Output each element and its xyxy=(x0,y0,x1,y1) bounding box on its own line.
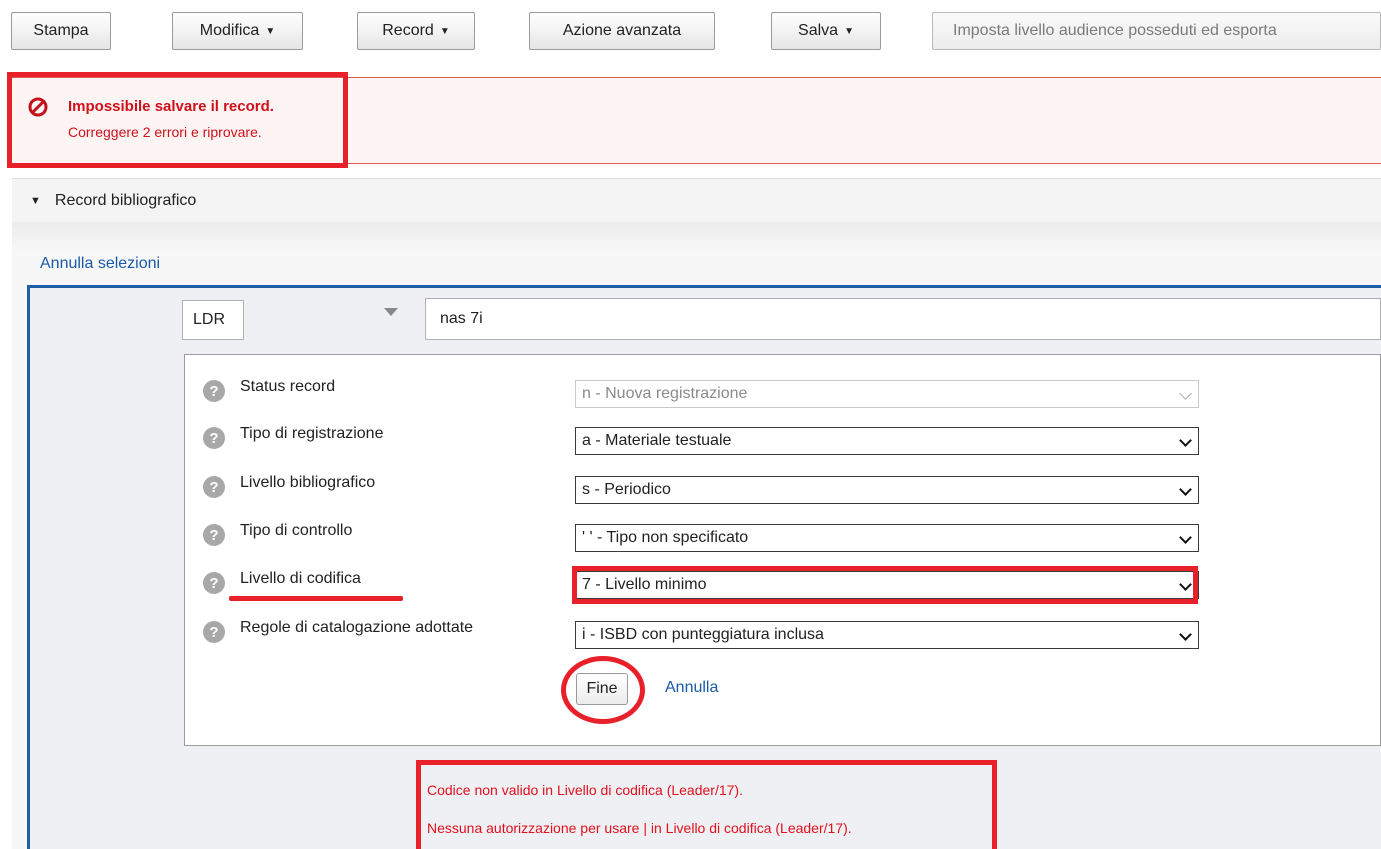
help-icon[interactable]: ? xyxy=(203,572,225,594)
chevron-down-icon xyxy=(1179,387,1192,400)
help-icon[interactable]: ? xyxy=(203,524,225,546)
field-row-tipo-registrazione: ? Tipo di registrazione a - Materiale te… xyxy=(203,425,1203,455)
tipo-registrazione-value: a - Materiale testuale xyxy=(582,432,732,449)
field-row-tipo-controllo: ? Tipo di controllo ' ' - Tipo non speci… xyxy=(203,522,1203,552)
chevron-down-icon xyxy=(1179,434,1192,447)
help-icon[interactable]: ? xyxy=(203,621,225,643)
help-icon[interactable]: ? xyxy=(203,380,225,402)
cancel-link[interactable]: Annulla xyxy=(665,679,718,697)
error-subtitle: Correggere 2 errori e riprovare. xyxy=(68,124,262,140)
caret-down-icon: ▼ xyxy=(844,25,854,37)
field-label: Tipo di controllo xyxy=(240,522,353,539)
livello-bibliografico-select[interactable]: s - Periodico xyxy=(575,476,1199,504)
field-label: Regole di catalogazione adottate xyxy=(240,619,474,636)
modify-menu-button[interactable]: Modifica ▼ xyxy=(172,12,303,50)
set-audience-export-button[interactable]: Imposta livello audience posseduti ed es… xyxy=(932,12,1381,50)
status-record-value: n - Nuova registrazione xyxy=(582,385,748,402)
regole-catalogazione-select[interactable]: i - ISBD con punteggiatura inclusa xyxy=(575,621,1199,649)
error-banner: Impossibile salvare il record. Corregger… xyxy=(8,77,1381,164)
field-row-status-record: ? Status record n - Nuova registrazione xyxy=(203,378,1203,408)
validation-message: Codice non valido in Livello di codifica… xyxy=(427,782,743,798)
done-button-highlight-circle xyxy=(561,656,645,724)
modify-menu-label: Modifica xyxy=(199,22,260,39)
tipo-controllo-value: ' ' - Tipo non specificato xyxy=(582,529,749,546)
print-button-label: Stampa xyxy=(33,22,89,39)
save-menu-label: Salva xyxy=(798,22,839,39)
status-record-select[interactable]: n - Nuova registrazione xyxy=(575,380,1199,408)
help-icon[interactable]: ? xyxy=(203,427,225,449)
livello-bibliografico-value: s - Periodico xyxy=(582,481,671,498)
field-row-livello-bibliografico: ? Livello bibliografico s - Periodico xyxy=(203,474,1203,504)
section-header[interactable]: ▼ Record bibliografico xyxy=(12,178,1381,222)
advanced-action-label: Azione avanzata xyxy=(562,22,682,39)
caret-down-icon: ▼ xyxy=(265,25,276,37)
clear-selections-link[interactable]: Annulla selezioni xyxy=(40,255,160,273)
leader-tag-field[interactable]: LDR xyxy=(182,300,244,340)
livello-codifica-underline xyxy=(229,596,403,601)
field-row-regole-catalogazione: ? Regole di catalogazione adottate i - I… xyxy=(203,619,1203,649)
chevron-down-icon xyxy=(1179,578,1192,591)
save-menu-button[interactable]: Salva ▼ xyxy=(771,12,881,50)
set-audience-export-label: Imposta livello audience posseduti ed es… xyxy=(953,22,1277,39)
livello-codifica-select[interactable]: 7 - Livello minimo xyxy=(575,571,1199,599)
chevron-down-icon xyxy=(1179,483,1192,496)
chevron-down-icon xyxy=(1179,628,1192,641)
caret-down-icon: ▼ xyxy=(439,25,450,37)
section-title: Record bibliografico xyxy=(54,191,197,209)
leader-dropdown-icon[interactable] xyxy=(384,308,398,316)
regole-catalogazione-value: i - ISBD con punteggiatura inclusa xyxy=(582,626,824,643)
error-title: Impossibile salvare il record. xyxy=(68,98,274,115)
field-label: Livello di codifica xyxy=(240,570,361,587)
field-label: Tipo di registrazione xyxy=(240,425,384,442)
chevron-down-icon xyxy=(1179,531,1192,544)
print-button[interactable]: Stampa xyxy=(11,12,111,50)
leader-value-field[interactable]: nas 7i xyxy=(425,298,1381,340)
livello-codifica-value: 7 - Livello minimo xyxy=(582,576,707,593)
prohibited-icon xyxy=(28,97,48,117)
tipo-registrazione-select[interactable]: a - Materiale testuale xyxy=(575,427,1199,455)
record-menu-button[interactable]: Record ▼ xyxy=(357,12,475,50)
tipo-controllo-select[interactable]: ' ' - Tipo non specificato xyxy=(575,524,1199,552)
advanced-action-button[interactable]: Azione avanzata xyxy=(529,12,715,50)
record-menu-label: Record xyxy=(382,22,434,39)
toolbar: Stampa Modifica ▼ Record ▼ Azione avanzata… xyxy=(0,0,1381,62)
help-icon[interactable]: ? xyxy=(203,476,225,498)
caret-down-icon: ▼ xyxy=(30,194,41,207)
validation-message: Nessuna autorizzazione per usare | in Li… xyxy=(427,820,852,836)
field-label: Status record xyxy=(240,378,336,395)
field-label: Livello bibliografico xyxy=(240,474,376,491)
